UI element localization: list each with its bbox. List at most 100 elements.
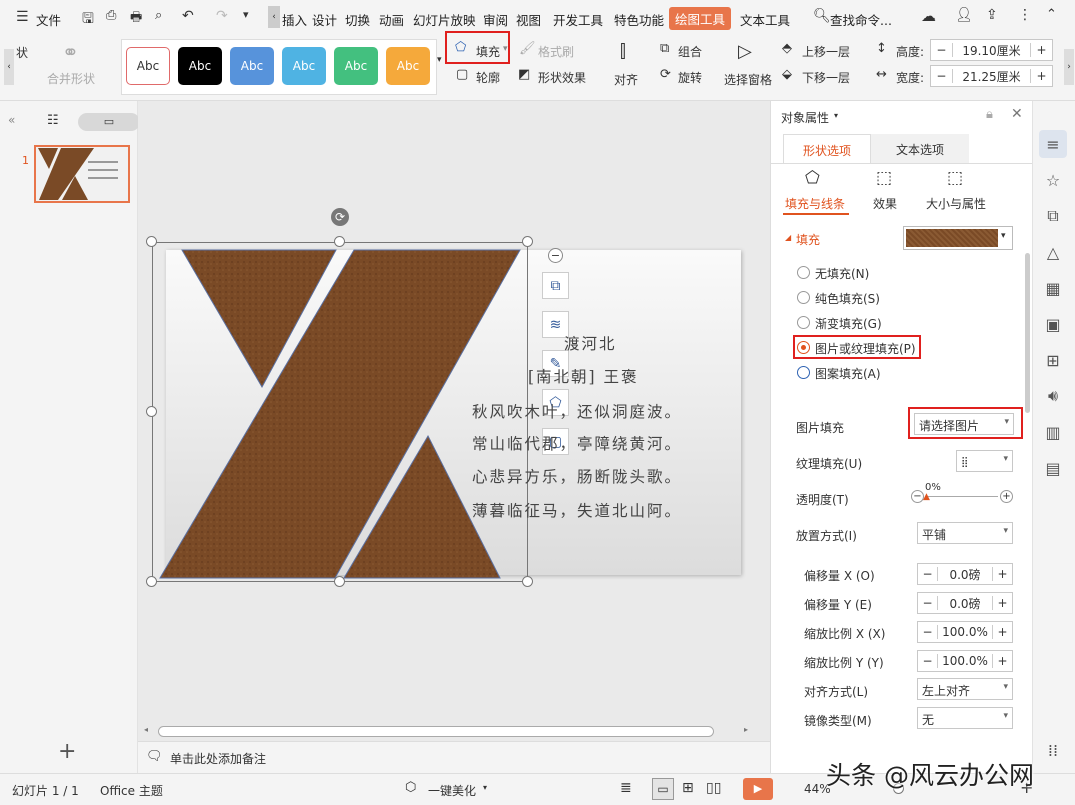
tab-animation[interactable]: 动画 bbox=[379, 10, 404, 29]
scale-x-inc[interactable]: + bbox=[992, 625, 1012, 639]
height-stepper[interactable]: − 19.10厘米 + bbox=[930, 39, 1053, 61]
offset-x-value[interactable]: 0.0磅 bbox=[938, 566, 992, 583]
texture-fill-select[interactable]: ⣿ bbox=[956, 450, 1013, 472]
style-green[interactable]: Abc bbox=[334, 47, 378, 85]
scale-y-value[interactable]: 100.0% bbox=[938, 654, 992, 668]
align-select[interactable]: 左上对齐 bbox=[917, 678, 1013, 700]
poem-line-2[interactable]: 常山临代郡，亭障绕黄河。 bbox=[472, 432, 682, 454]
scale-y-inc[interactable]: + bbox=[992, 654, 1012, 668]
radio-solid-fill-label[interactable]: 纯色填充(S) bbox=[815, 290, 880, 307]
height-decrement[interactable]: − bbox=[931, 43, 953, 57]
tab-developer[interactable]: 开发工具 bbox=[553, 10, 603, 29]
tab-insert[interactable]: 插入 bbox=[282, 10, 307, 29]
radio-gradient-fill[interactable] bbox=[797, 316, 810, 329]
ribbon-scroll-right[interactable]: › bbox=[1064, 49, 1074, 85]
scale-x-value[interactable]: 100.0% bbox=[938, 625, 992, 639]
star-icon[interactable]: ☆ bbox=[1039, 166, 1067, 194]
panel-title[interactable]: 对象属性 bbox=[781, 109, 829, 126]
style-more-icon[interactable]: ▾ bbox=[437, 55, 442, 65]
search-command[interactable]: 查找命令... bbox=[830, 10, 892, 29]
align-button[interactable]: 对齐 bbox=[614, 71, 638, 88]
notes-toggle-icon[interactable]: ≣ bbox=[620, 780, 632, 796]
panel-title-dropdown-icon[interactable]: ▾ bbox=[834, 111, 838, 120]
resize-handle-tm[interactable] bbox=[334, 236, 345, 247]
send-backward-button[interactable]: 下移一层 bbox=[802, 69, 850, 86]
hamburger-icon[interactable]: ☰ bbox=[16, 9, 29, 25]
shape-effect-button[interactable]: 形状效果 bbox=[538, 69, 586, 86]
fill-collapse-icon[interactable]: ◢ bbox=[785, 233, 791, 242]
collapse-ribbon-icon[interactable]: ⌃ bbox=[1046, 7, 1057, 22]
sub-size-properties[interactable]: 大小与属性 bbox=[926, 195, 986, 212]
close-panel-icon[interactable]: ✕ bbox=[1011, 106, 1023, 122]
tab-shape-options[interactable]: 形状选项 bbox=[783, 134, 871, 164]
scroll-left-arrow[interactable]: ◂ bbox=[144, 725, 148, 734]
width-increment[interactable]: + bbox=[1030, 69, 1052, 83]
beautify-dropdown-icon[interactable]: ▾ bbox=[483, 783, 487, 792]
outline-button[interactable]: 轮廓 bbox=[476, 69, 500, 86]
style-white[interactable]: Abc bbox=[126, 47, 170, 85]
properties-icon[interactable]: ≡ bbox=[1039, 130, 1067, 158]
shape-icon[interactable]: △ bbox=[1039, 238, 1067, 266]
add-slide-icon[interactable]: + bbox=[58, 739, 76, 764]
tab-view[interactable]: 视图 bbox=[516, 10, 541, 29]
horizontal-scrollbar[interactable]: ◂ ▸ bbox=[144, 725, 756, 739]
mirror-select[interactable]: 无 bbox=[917, 707, 1013, 729]
poem-author[interactable]: [南北朝] 王褒 bbox=[528, 365, 639, 387]
height-value[interactable]: 19.10厘米 bbox=[953, 42, 1030, 59]
play-slideshow-button[interactable]: ▶ bbox=[743, 778, 773, 800]
slide-thumbnail[interactable] bbox=[34, 145, 130, 203]
resize-handle-br[interactable] bbox=[522, 576, 533, 587]
image-icon[interactable]: ▣ bbox=[1039, 310, 1067, 338]
user-icon[interactable]: 👤︎ bbox=[955, 7, 973, 23]
collapse-panel-icon[interactable]: « bbox=[8, 113, 15, 127]
resize-handle-bm[interactable] bbox=[334, 576, 345, 587]
theme-name[interactable]: Office 主题 bbox=[100, 782, 163, 799]
redo-icon[interactable]: ↷ bbox=[216, 8, 228, 24]
notes-placeholder[interactable]: 单击此处添加备注 bbox=[170, 750, 266, 767]
poem-line-1[interactable]: 秋风吹木叶，还似洞庭波。 bbox=[472, 400, 682, 422]
format-painter-button[interactable]: 格式刷 bbox=[538, 43, 574, 60]
archive-icon[interactable]: ▤ bbox=[1039, 454, 1067, 482]
offset-y-value[interactable]: 0.0磅 bbox=[938, 595, 992, 612]
radio-picture-fill-label[interactable]: 图片或纹理填充(P) bbox=[815, 340, 916, 357]
rotate-button[interactable]: 旋转 bbox=[678, 69, 702, 86]
beautify-button[interactable]: 一键美化 bbox=[428, 782, 476, 799]
scroll-right-arrow[interactable]: ▸ bbox=[744, 725, 748, 734]
apps-icon[interactable]: ⁞⁞ bbox=[1039, 736, 1067, 764]
scale-x-dec[interactable]: − bbox=[918, 625, 938, 639]
offset-x-dec[interactable]: − bbox=[918, 567, 938, 581]
fill-section-header[interactable]: 填充 bbox=[796, 231, 820, 248]
style-black[interactable]: Abc bbox=[178, 47, 222, 85]
radio-solid-fill[interactable] bbox=[797, 291, 810, 304]
offset-y-inc[interactable]: + bbox=[992, 596, 1012, 610]
scale-y-stepper[interactable]: −100.0% + bbox=[917, 650, 1013, 672]
selection-pane-button[interactable]: 选择窗格 bbox=[724, 71, 772, 88]
copy-icon[interactable]: ⧉ bbox=[1039, 202, 1067, 230]
tab-transition[interactable]: 切换 bbox=[345, 10, 370, 29]
share-icon[interactable]: ⇪ bbox=[986, 7, 998, 23]
panel-scrollbar[interactable] bbox=[1025, 253, 1030, 413]
tab-review[interactable]: 审阅 bbox=[483, 10, 508, 29]
radio-pattern-fill-label[interactable]: 图案填充(A) bbox=[815, 365, 881, 382]
sub-fill-line[interactable]: 填充与线条 bbox=[785, 195, 845, 212]
chart-icon[interactable]: ▥ bbox=[1039, 418, 1067, 446]
table-icon[interactable]: ⊞ bbox=[1039, 346, 1067, 374]
tab-features[interactable]: 特色功能 bbox=[614, 10, 664, 29]
radio-picture-fill[interactable] bbox=[797, 341, 810, 354]
undo-icon[interactable]: ↶ bbox=[182, 8, 194, 24]
sub-effect[interactable]: 效果 bbox=[873, 195, 897, 212]
merge-shape-button[interactable]: 合并形状 bbox=[47, 70, 95, 87]
poem-title[interactable]: 渡河北 bbox=[564, 332, 617, 354]
picture-fill-select[interactable]: 请选择图片 bbox=[914, 413, 1014, 435]
search-icon[interactable]: 🔍︎ bbox=[813, 8, 831, 24]
tab-text-options[interactable]: 文本选项 bbox=[871, 134, 969, 164]
lock-icon[interactable]: 🔒︎ bbox=[986, 107, 993, 122]
tab-text-tools[interactable]: 文本工具 bbox=[740, 10, 790, 29]
tab-drawing-tools[interactable]: 绘图工具 bbox=[669, 7, 732, 30]
bring-forward-button[interactable]: 上移一层 bbox=[802, 43, 850, 60]
width-stepper[interactable]: − 21.25厘米 + bbox=[930, 65, 1053, 87]
transparency-increment[interactable]: + bbox=[1000, 490, 1013, 503]
style-orange[interactable]: Abc bbox=[386, 47, 430, 85]
ribbon-scroll-left[interactable]: ‹ bbox=[4, 49, 14, 85]
offset-y-dec[interactable]: − bbox=[918, 596, 938, 610]
